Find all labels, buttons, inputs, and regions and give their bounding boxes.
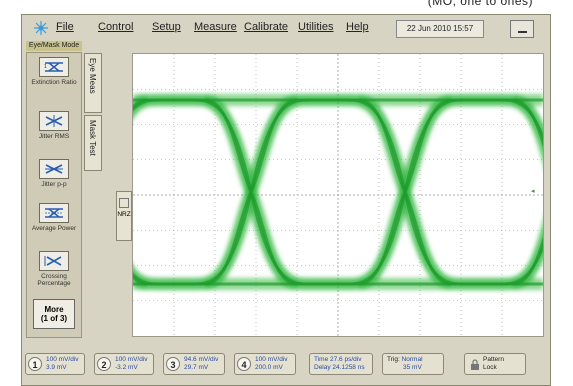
nrz-label: NRZ — [117, 211, 131, 218]
pattern-lock-icon — [471, 359, 479, 370]
channel-3-scale: 94.6 mV/div — [184, 356, 219, 363]
pattern-lock-button[interactable]: Pattern Lock — [464, 353, 526, 375]
more-button-line1: More — [44, 305, 64, 314]
header-fragment-text: (MO, one to ones) — [427, 0, 533, 8]
menu-calibrate[interactable]: Calibrate — [244, 21, 288, 33]
nrz-indicator-icon — [119, 198, 129, 208]
svg-text:1: 1 — [44, 64, 47, 70]
eye-trace-core — [204, 98, 298, 286]
jitter-pp-icon — [45, 164, 63, 174]
pattern-lock-line1: Pattern — [483, 356, 504, 363]
channel-4-number: 4 — [237, 357, 251, 371]
channel-2-button[interactable]: 2 100 mV/div -3.2 mV — [94, 353, 154, 375]
jitter-rms-button[interactable]: Jitter RMS — [30, 111, 78, 140]
average-power-icon — [45, 208, 63, 218]
timebase-time: Time 27.6 ps/div — [314, 356, 362, 363]
channel-1-button[interactable]: 1 100 mV/div 3.9 mV — [25, 353, 85, 375]
channel-2-offset: -3.2 mV — [115, 364, 138, 371]
more-button[interactable]: More (1 of 3) — [33, 299, 75, 329]
channel-4-offset: 200.0 mV — [255, 364, 283, 371]
jitter-pp-label: Jitter p-p — [41, 181, 67, 188]
crossing-percentage-button[interactable]: Crossing Percentage — [30, 251, 78, 287]
extinction-ratio-button[interactable]: 1 Extinction Ratio — [30, 57, 78, 86]
timebase-delay: Delay 24.1258 ns — [314, 364, 365, 371]
extinction-ratio-icon: 1 — [44, 62, 63, 72]
eye-diagram-plot: ◂ — [53, 54, 573, 336]
trigger-level: 35 mV — [403, 364, 422, 371]
channel-4-scale: 100 mV/div — [255, 356, 288, 363]
eye-trace-band — [53, 94, 149, 290]
pattern-lock-line2: Lock — [483, 364, 497, 371]
top-header-band: (MO, one to ones) — [0, 0, 573, 14]
trigger-label: Trig: — [387, 356, 400, 363]
jitter-rms-label: Jitter RMS — [38, 133, 70, 140]
mode-label: Eye/Mask Mode — [26, 41, 82, 51]
menu-bar: File Control Setup Measure Calibrate Uti… — [22, 15, 550, 41]
tab-eye-meas-label: Eye Meas — [88, 58, 97, 94]
eye-trace-core — [54, 98, 148, 286]
trigger-mode: Normal — [401, 356, 423, 363]
channel-2-number: 2 — [97, 357, 111, 371]
channel-3-offset: 29.7 mV — [184, 364, 209, 371]
datetime-display: 22 Jun 2010 15:57 — [396, 20, 484, 38]
average-power-label: Average Power — [31, 225, 77, 232]
status-bar: 1 100 mV/div 3.9 mV 2 100 mV/div -3.2 mV… — [22, 345, 550, 385]
channel-4-button[interactable]: 4 100 mV/div 200.0 mV — [234, 353, 296, 375]
jitter-pp-button[interactable]: Jitter p-p — [30, 159, 78, 188]
menu-setup[interactable]: Setup — [152, 21, 181, 33]
crossing-percentage-label: Crossing Percentage — [37, 273, 71, 287]
minimize-button[interactable] — [510, 20, 534, 38]
trigger-button[interactable]: Trig: Normal 35 mV — [382, 353, 444, 375]
tab-mask-test[interactable]: Mask Test — [84, 115, 102, 171]
channel-1-offset: 3.9 mV — [46, 364, 67, 371]
extinction-ratio-label: Extinction Ratio — [31, 79, 77, 86]
nrz-format-button[interactable]: NRZ — [116, 191, 132, 241]
eye-trace-band — [53, 94, 149, 290]
menu-control[interactable]: Control — [98, 21, 133, 33]
menu-utilities[interactable]: Utilities — [298, 21, 333, 33]
measurement-panel: 1 Extinction Ratio Jitter RMS Jitter p-p… — [26, 52, 82, 338]
scope-window: File Control Setup Measure Calibrate Uti… — [21, 14, 573, 386]
channel-2-scale: 100 mV/div — [115, 356, 148, 363]
menu-file[interactable]: File — [56, 21, 74, 33]
channel-1-scale: 100 mV/div — [46, 356, 79, 363]
jitter-rms-icon — [45, 115, 63, 127]
eye-trace-core — [54, 98, 148, 286]
average-power-button[interactable]: Average Power — [30, 203, 78, 232]
menu-measure[interactable]: Measure — [194, 21, 237, 33]
menu-help[interactable]: Help — [346, 21, 369, 33]
trigger-level-marker-icon: ◂ — [531, 188, 535, 195]
channel-3-number: 3 — [166, 357, 180, 371]
app-logo-icon — [34, 21, 48, 35]
channel-3-button[interactable]: 3 94.6 mV/div 29.7 mV — [163, 353, 225, 375]
more-button-line2: (1 of 3) — [40, 314, 68, 323]
waveform-display: ◂ — [53, 53, 573, 337]
eye-trace-core — [358, 98, 452, 286]
timebase-button[interactable]: Time 27.6 ps/div Delay 24.1258 ns — [309, 353, 373, 375]
tab-eye-meas[interactable]: Eye Meas — [84, 53, 102, 113]
channel-1-number: 1 — [28, 357, 42, 371]
minimize-icon — [518, 31, 527, 33]
crossing-percentage-icon — [44, 256, 62, 266]
tab-mask-test-label: Mask Test — [88, 120, 97, 156]
